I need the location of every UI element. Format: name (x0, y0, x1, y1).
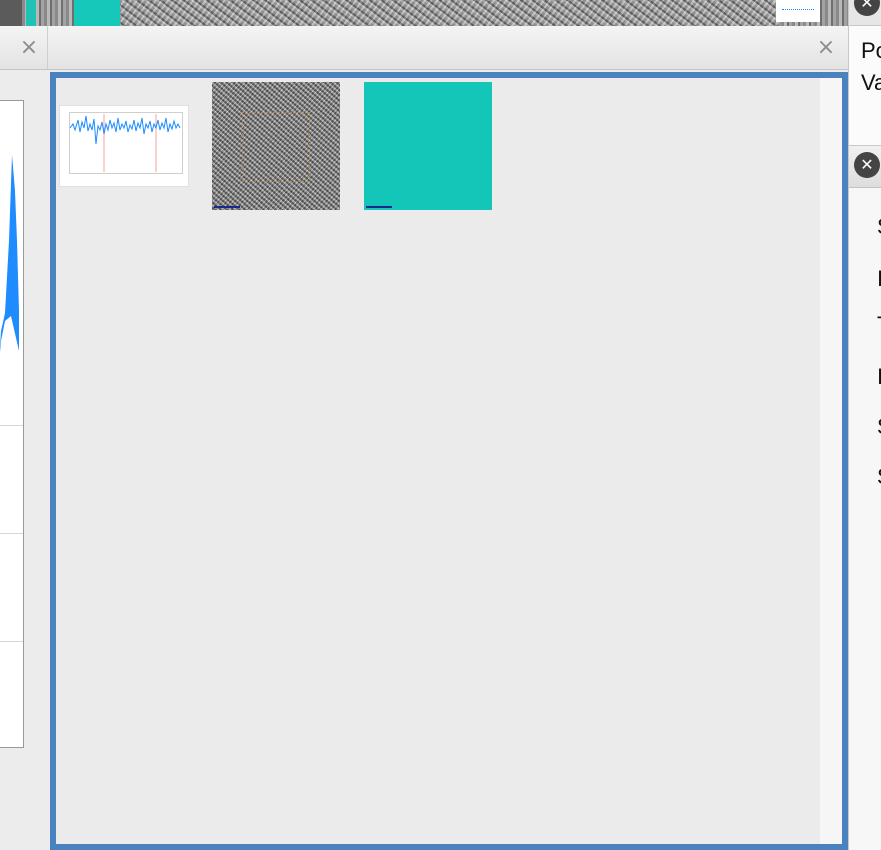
left-panel (0, 70, 48, 850)
thumbnail-cyan-image[interactable] (364, 82, 492, 210)
right-panel: ✕ Po Va ✕ S I T I S S (848, 0, 881, 850)
list-item: I (877, 364, 881, 389)
plot-view (0, 100, 24, 748)
close-main-tab-icon[interactable]: × (814, 36, 838, 60)
plot-signal (0, 155, 19, 352)
list-item: S (877, 464, 881, 490)
list-item: S (877, 214, 881, 240)
strip-thumbnail-cyan-small (26, 0, 36, 26)
right-panel-header: ✕ (849, 146, 881, 188)
close-left-tab-icon[interactable]: × (17, 36, 41, 60)
pixel-info-box: Po Va (849, 26, 881, 146)
thumbnail-gallery (50, 72, 848, 850)
left-tab: × (0, 26, 48, 69)
list-item: T (877, 312, 881, 338)
close-top-panel-icon[interactable]: ✕ (854, 0, 880, 16)
strip-thumbnail-plot (776, 0, 820, 22)
info-line-value: Va (861, 70, 881, 95)
gallery-scrollbar[interactable] (820, 78, 842, 844)
thumbnail-scalebar (214, 206, 240, 208)
thumbnail-plot-signal (69, 114, 181, 172)
close-right-panel-icon[interactable]: ✕ (854, 152, 880, 178)
properties-list: S I T I S S (849, 188, 881, 850)
info-line-position: Po (861, 38, 881, 63)
thumbnail-roi-box (242, 112, 310, 182)
image-canvas-strip (0, 0, 848, 26)
right-top-bar: ✕ (849, 0, 881, 26)
strip-thumbnail-dark (0, 0, 22, 26)
thumbnail-plot[interactable] (60, 106, 188, 186)
strip-noise-image (120, 0, 780, 26)
thumbnail-scalebar (366, 206, 392, 208)
tab-bar: × × (0, 26, 848, 70)
thumbnail-noise-image[interactable] (212, 82, 340, 210)
list-item: S (877, 414, 881, 440)
list-item: I (877, 266, 881, 291)
strip-thumbnail-cyan (74, 0, 120, 26)
